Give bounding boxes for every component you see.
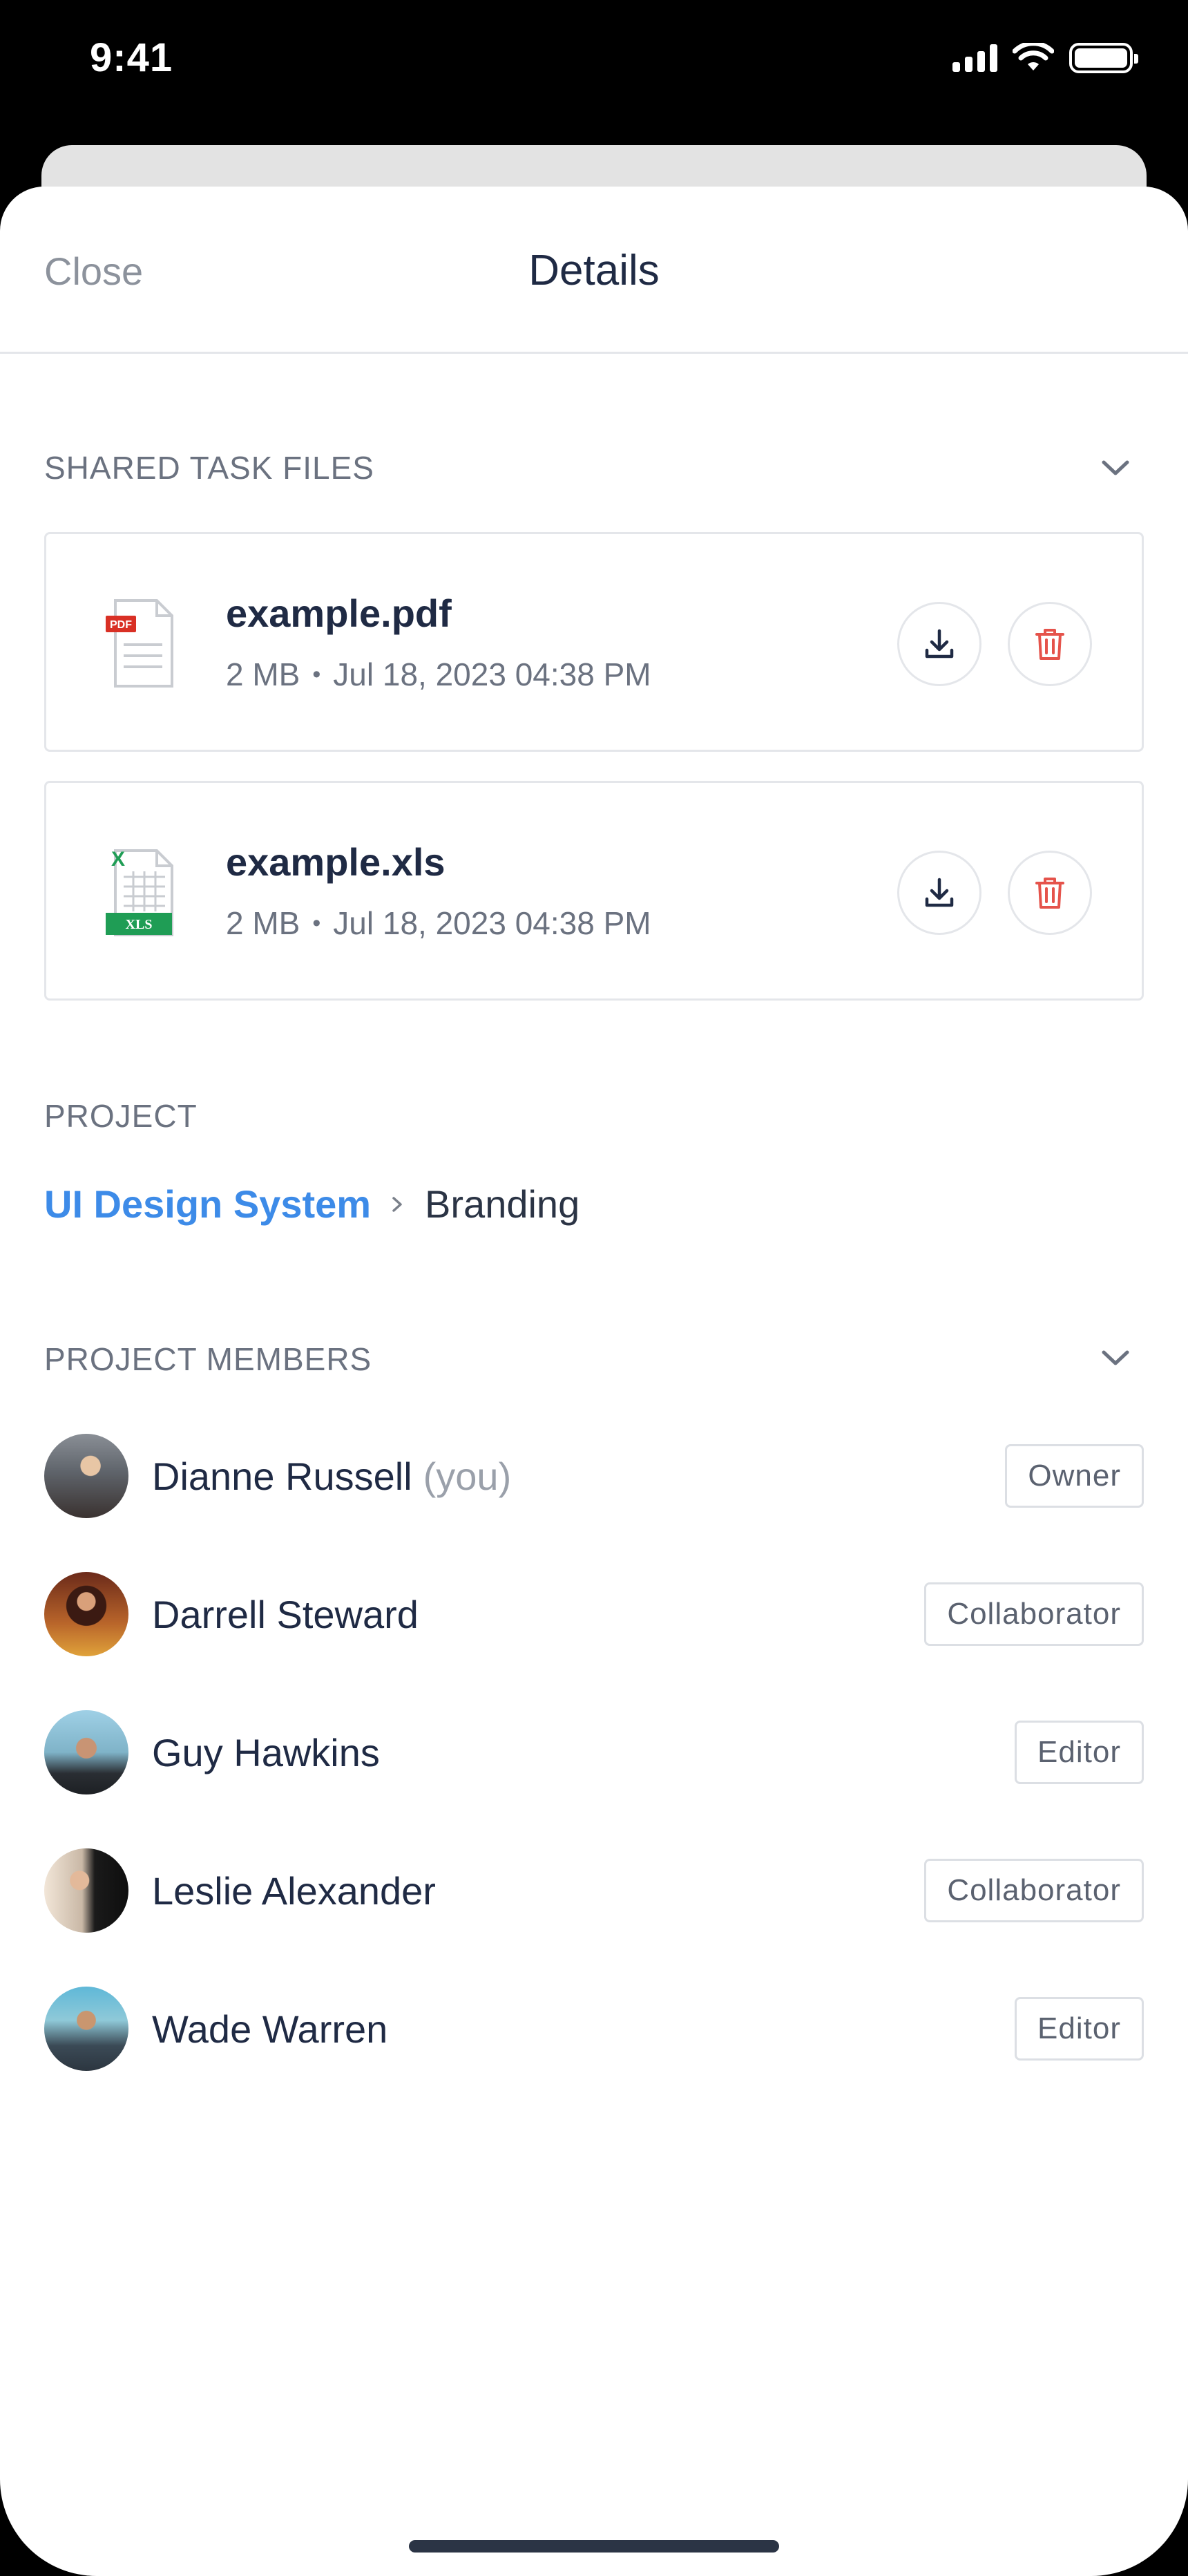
svg-text:PDF: PDF bbox=[110, 619, 132, 631]
members-section-label: PROJECT MEMBERS bbox=[44, 1341, 372, 1377]
project-section-label: PROJECT bbox=[44, 1098, 198, 1134]
breadcrumb-current: Branding bbox=[425, 1182, 580, 1226]
file-card[interactable]: PDF example.pdf 2 MB • Jul 18, 2023 04:3… bbox=[44, 532, 1144, 752]
member-row[interactable]: Dianne Russell (you) Owner bbox=[44, 1433, 1144, 1519]
details-sheet: Close Details SHARED TASK FILES PDF exam… bbox=[0, 187, 1188, 2576]
role-badge: Editor bbox=[1015, 1721, 1144, 1784]
meta-separator: • bbox=[312, 661, 321, 688]
delete-button[interactable] bbox=[1008, 851, 1092, 935]
avatar bbox=[44, 1434, 128, 1518]
member-row[interactable]: Darrell Steward Collaborator bbox=[44, 1571, 1144, 1657]
delete-button[interactable] bbox=[1008, 602, 1092, 686]
avatar bbox=[44, 1987, 128, 2071]
avatar bbox=[44, 1710, 128, 1794]
wifi-icon bbox=[1013, 43, 1054, 70]
file-size: 2 MB bbox=[226, 905, 300, 941]
download-icon bbox=[925, 629, 954, 659]
sheet-header: Close Details bbox=[0, 187, 1188, 354]
battery-icon bbox=[1069, 43, 1138, 73]
files-section-label: SHARED TASK FILES bbox=[44, 450, 374, 486]
avatar bbox=[44, 1572, 128, 1656]
chevron-down-icon[interactable] bbox=[1098, 1341, 1133, 1375]
member-name: Darrell Steward bbox=[152, 1592, 419, 1636]
member-name: Dianne Russell bbox=[152, 1454, 412, 1498]
page-title: Details bbox=[528, 247, 660, 294]
status-time: 9:41 bbox=[90, 35, 173, 80]
member-row[interactable]: Guy Hawkins Editor bbox=[44, 1710, 1144, 1795]
member-name: Wade Warren bbox=[152, 2007, 388, 2051]
trash-icon bbox=[1035, 878, 1064, 909]
file-size: 2 MB bbox=[226, 656, 300, 692]
member-name: Guy Hawkins bbox=[152, 1730, 380, 1774]
xls-file-icon: X XLS bbox=[106, 848, 173, 936]
svg-text:X: X bbox=[111, 848, 125, 871]
status-icons bbox=[952, 43, 1138, 73]
file-date: Jul 18, 2023 04:38 PM bbox=[333, 656, 651, 692]
avatar bbox=[44, 1848, 128, 1933]
breadcrumb: UI Design System Branding bbox=[44, 1182, 579, 1227]
file-name: example.pdf bbox=[226, 591, 452, 635]
member-you-tag: (you) bbox=[423, 1454, 512, 1498]
home-indicator bbox=[409, 2540, 779, 2553]
cellular-signal-icon bbox=[952, 44, 997, 72]
role-badge: Collaborator bbox=[924, 1582, 1144, 1646]
download-button[interactable] bbox=[897, 851, 981, 935]
project-link[interactable]: UI Design System bbox=[44, 1182, 371, 1227]
file-name: example.xls bbox=[226, 840, 446, 884]
member-row[interactable]: Leslie Alexander Collaborator bbox=[44, 1848, 1144, 1933]
file-card[interactable]: X XLS example.xls 2 MB • Jul 18, 2023 04… bbox=[44, 781, 1144, 1001]
file-meta: 2 MB • Jul 18, 2023 04:38 PM bbox=[226, 656, 651, 693]
member-name: Leslie Alexander bbox=[152, 1868, 436, 1913]
download-button[interactable] bbox=[897, 602, 981, 686]
trash-icon bbox=[1035, 629, 1064, 660]
svg-text:XLS: XLS bbox=[126, 917, 153, 932]
member-row[interactable]: Wade Warren Editor bbox=[44, 1986, 1144, 2072]
file-date: Jul 18, 2023 04:38 PM bbox=[333, 905, 651, 941]
download-icon bbox=[925, 878, 954, 907]
role-badge: Editor bbox=[1015, 1997, 1144, 2061]
role-badge: Collaborator bbox=[924, 1859, 1144, 1922]
file-meta: 2 MB • Jul 18, 2023 04:38 PM bbox=[226, 905, 651, 942]
status-bar: 9:41 bbox=[0, 0, 1188, 138]
role-badge: Owner bbox=[1005, 1444, 1144, 1508]
chevron-right-icon bbox=[389, 1193, 407, 1216]
meta-separator: • bbox=[312, 909, 321, 936]
pdf-file-icon: PDF bbox=[106, 599, 173, 688]
chevron-down-icon[interactable] bbox=[1098, 451, 1133, 485]
